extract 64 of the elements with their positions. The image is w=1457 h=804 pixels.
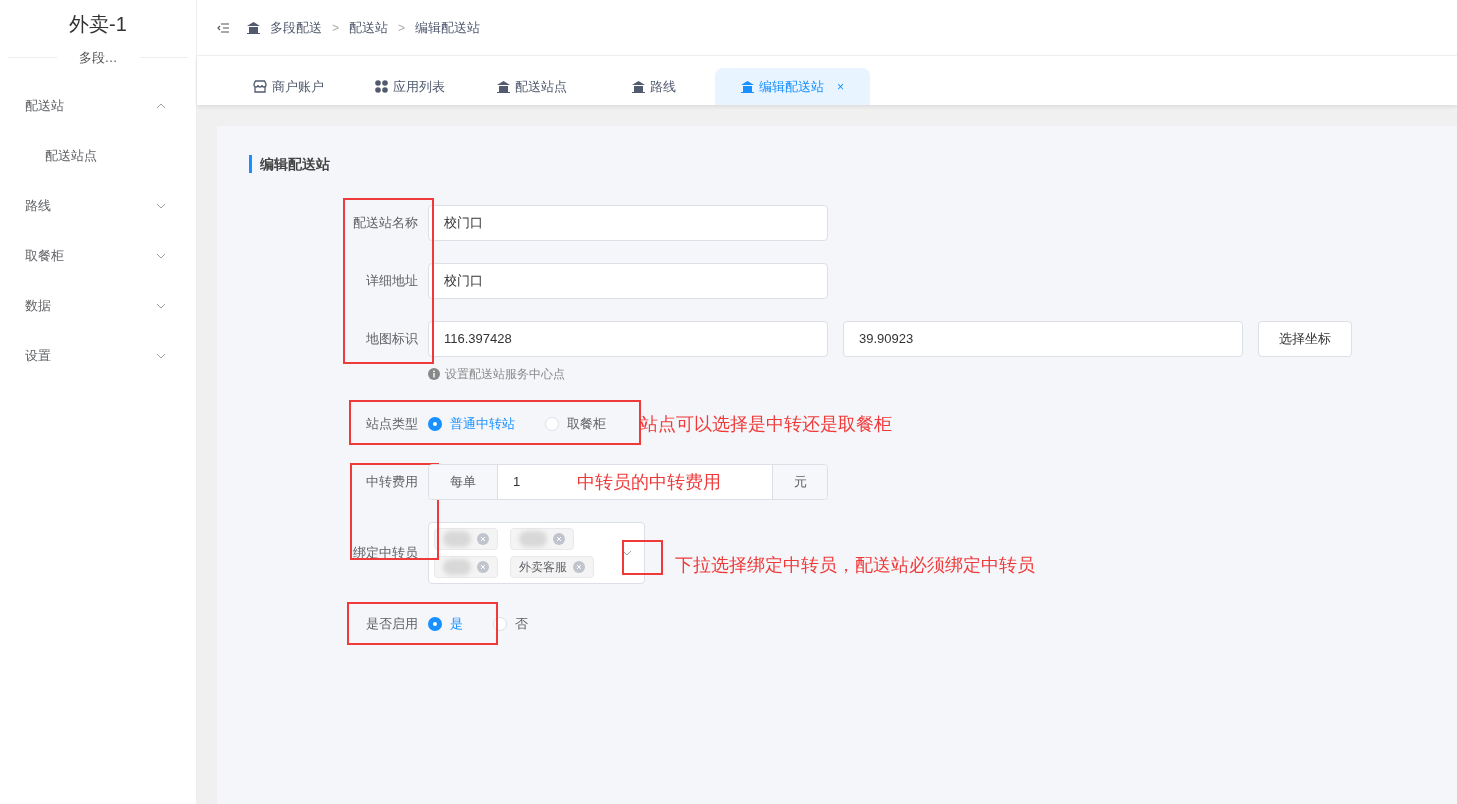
remove-icon[interactable] xyxy=(553,533,565,545)
choose-coordinates-button[interactable]: 选择坐标 xyxy=(1258,321,1352,357)
input-prefix: 每单 xyxy=(429,465,498,499)
form-label: 详细地址 xyxy=(365,272,419,291)
input-field[interactable]: 校门口 xyxy=(428,263,828,299)
form-label: 中转费用 xyxy=(365,473,419,492)
store-icon xyxy=(252,80,267,93)
section-title: 编辑配送站 xyxy=(249,155,1457,173)
radio-icon xyxy=(428,417,442,431)
tab[interactable]: 应用列表 xyxy=(349,68,471,105)
tab[interactable]: 配送站点 xyxy=(471,68,593,105)
highlight-frame xyxy=(622,540,663,575)
sidebar-item[interactable]: 路线 xyxy=(0,181,196,231)
sidebar-item[interactable]: 配送站 xyxy=(0,81,196,131)
remove-icon[interactable] xyxy=(573,561,585,573)
courier-select[interactable]: 外卖客服 xyxy=(428,522,645,584)
radio-icon xyxy=(428,617,442,631)
remove-icon[interactable] xyxy=(477,533,489,545)
input-field[interactable]: 116.397428 xyxy=(428,321,828,357)
blurred-name xyxy=(443,559,471,575)
form-label: 站点类型 xyxy=(365,415,419,434)
breadcrumb-separator: > xyxy=(332,19,339,37)
hint-text: 设置配送站服务中心点 xyxy=(445,366,565,383)
form-label: 是否启用 xyxy=(365,615,419,634)
chevron-down-icon xyxy=(156,203,166,209)
input-field[interactable]: 1 xyxy=(498,465,568,499)
input-field[interactable]: 校门口 xyxy=(428,205,828,241)
house-icon xyxy=(741,80,754,93)
blurred-name xyxy=(519,531,547,547)
apps-icon xyxy=(375,80,388,93)
chevron-down-icon xyxy=(156,303,166,309)
sidebar-subitem[interactable]: 配送站点 xyxy=(0,131,196,181)
sidebar-item[interactable]: 设置 xyxy=(0,331,196,381)
annotation-text: 中转员的中转费用 xyxy=(577,471,721,494)
radio-option[interactable]: 否 xyxy=(493,614,528,634)
blurred-name xyxy=(443,531,471,547)
breadcrumb-link[interactable]: 编辑配送站 xyxy=(415,17,481,38)
input-field[interactable]: 39.90923 xyxy=(843,321,1243,357)
breadcrumb-link[interactable]: 多段配送 xyxy=(270,17,322,38)
app-title: 外卖-1 xyxy=(69,14,127,34)
tab[interactable]: 商户账户 xyxy=(227,68,349,105)
house-icon xyxy=(632,80,645,93)
sidebar-item[interactable]: 数据 xyxy=(0,281,196,331)
chevron-down-icon xyxy=(622,550,632,556)
input-suffix: 元 xyxy=(772,465,827,499)
remove-icon[interactable] xyxy=(477,561,489,573)
form-label: 地图标识 xyxy=(365,330,419,349)
annotation-text: 站点可以选择是中转还是取餐柜 xyxy=(640,412,892,436)
breadcrumb-link[interactable]: 配送站 xyxy=(349,17,388,38)
chevron-up-icon xyxy=(156,103,166,109)
radio-icon xyxy=(545,417,559,431)
form-label: 配送站名称 xyxy=(352,214,419,233)
annotation-text: 下拉选择绑定中转员，配送站必须绑定中转员 xyxy=(675,553,1035,577)
collapse-menu-icon[interactable] xyxy=(217,22,229,33)
info-icon xyxy=(428,368,440,380)
chevron-down-icon xyxy=(156,353,166,359)
house-icon xyxy=(497,80,510,93)
tab[interactable]: 路线 xyxy=(593,68,715,105)
house-icon xyxy=(247,21,260,34)
courier-tag: 外卖客服 xyxy=(510,556,594,578)
chevron-down-icon xyxy=(156,253,166,259)
sidebar-item[interactable]: 取餐柜 xyxy=(0,231,196,281)
radio-option[interactable]: 取餐柜 xyxy=(545,414,606,434)
breadcrumb-separator: > xyxy=(398,19,406,37)
